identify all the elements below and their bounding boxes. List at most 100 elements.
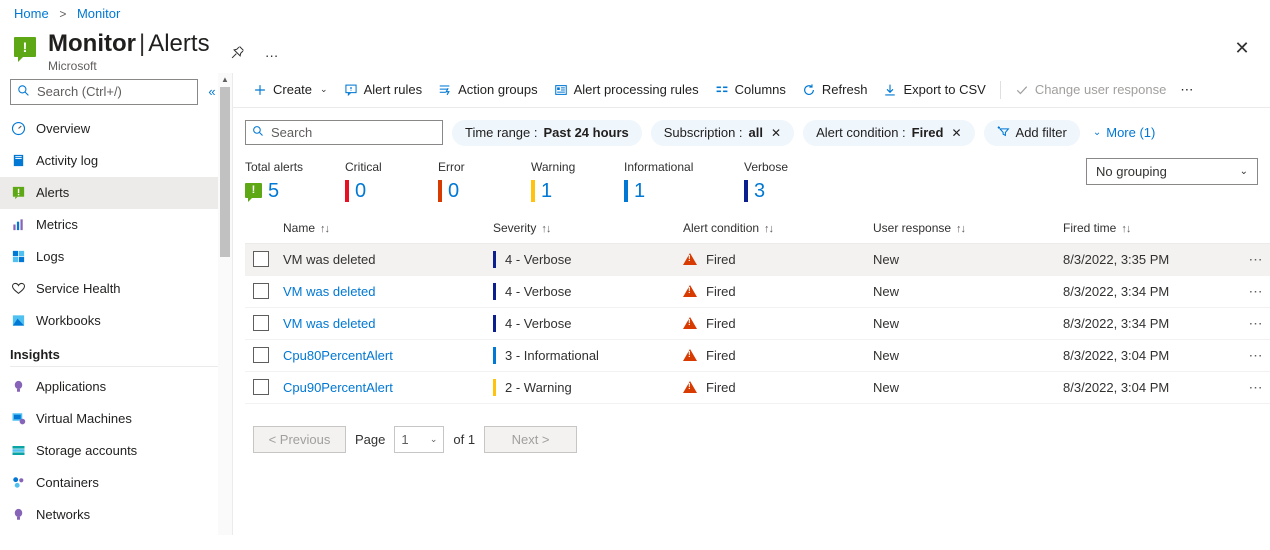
- column-header-severity[interactable]: Severity ↑↓: [487, 216, 677, 244]
- grouping-dropdown[interactable]: No grouping ⌄: [1086, 157, 1258, 185]
- column-header-name[interactable]: Name ↑↓: [277, 216, 487, 244]
- column-header-fired-time[interactable]: Fired time ↑↓: [1057, 216, 1237, 244]
- command-bar-separator: [999, 80, 1001, 99]
- previous-page-button[interactable]: < Previous: [253, 425, 346, 453]
- summary-critical[interactable]: Critical 0: [345, 160, 438, 203]
- change-user-response-button[interactable]: Change user response: [1007, 76, 1175, 104]
- vm-icon: [10, 411, 26, 427]
- row-checkbox[interactable]: [253, 251, 269, 268]
- alert-rules-button[interactable]: Alert rules: [336, 76, 431, 104]
- row-checkbox[interactable]: [253, 347, 269, 364]
- summary-value: 3: [754, 179, 766, 202]
- sort-icon[interactable]: ↑↓: [956, 223, 966, 235]
- export-csv-button[interactable]: Export to CSV: [875, 76, 993, 104]
- search-input[interactable]: [35, 83, 191, 101]
- table-row[interactable]: VM was deleted 4 - Verbose Fired: [245, 307, 1270, 340]
- table-row[interactable]: VM was deleted 4 - Verbose Fired: [245, 275, 1270, 308]
- alerts-table-wrapper: Name ↑↓ Severity ↑↓ Alert condition ↑↓ User…: [233, 216, 1270, 404]
- column-header-user-response[interactable]: User response ↑↓: [867, 216, 1057, 244]
- filter-pill-alert-condition[interactable]: Alert condition : Fired ✕: [803, 119, 975, 146]
- table-row[interactable]: VM was deleted 4 - Verbose Fired: [245, 243, 1270, 276]
- alert-name-link[interactable]: Cpu90PercentAlert: [283, 380, 393, 395]
- chevron-down-icon: ⌄: [320, 84, 328, 95]
- alerts-search-box[interactable]: [245, 120, 443, 146]
- scroll-up-icon[interactable]: ▲: [218, 73, 232, 87]
- sidebar-item-service-health[interactable]: Service Health: [0, 273, 232, 305]
- row-actions-menu[interactable]: ⋯: [1237, 339, 1270, 372]
- table-row[interactable]: Cpu90PercentAlert 2 - Warning Fired: [245, 371, 1270, 404]
- summary-warning[interactable]: Warning 1: [531, 160, 624, 203]
- column-header-alert-condition[interactable]: Alert condition ↑↓: [677, 216, 867, 244]
- sidebar-item-label: Networks: [36, 507, 91, 523]
- summary-error[interactable]: Error 0: [438, 160, 531, 203]
- row-actions-menu[interactable]: ⋯: [1237, 371, 1270, 404]
- logs-icon: [10, 249, 26, 265]
- sort-icon[interactable]: ↑↓: [541, 223, 551, 235]
- page-number-dropdown[interactable]: 1 ⌄: [394, 425, 445, 453]
- sort-icon[interactable]: ↑↓: [320, 223, 330, 235]
- more-filters-link[interactable]: ⌄ More (1): [1093, 125, 1156, 140]
- sort-icon[interactable]: ↑↓: [1121, 223, 1131, 235]
- bar-chart-icon: [10, 217, 26, 233]
- sort-icon[interactable]: ↑↓: [764, 223, 774, 235]
- sidebar-scrollbar[interactable]: ▲: [218, 72, 232, 535]
- severity-color-bar: [493, 378, 496, 396]
- header-overflow-icon[interactable]: …: [262, 42, 282, 62]
- warning-triangle-icon: [683, 349, 697, 362]
- sidebar-item-networks[interactable]: Networks: [0, 499, 232, 531]
- sidebar-item-label: Activity log: [36, 153, 99, 169]
- sidebar-item-storage-accounts[interactable]: Storage accounts: [0, 435, 232, 467]
- severity-color-bar: [493, 314, 496, 332]
- remove-filter-icon[interactable]: ✕: [771, 126, 781, 140]
- row-actions-menu[interactable]: ⋯: [1237, 307, 1270, 340]
- scrollbar-thumb[interactable]: [220, 86, 230, 257]
- sidebar-item-logs[interactable]: Logs: [0, 241, 232, 273]
- severity-color-bar: [624, 179, 628, 202]
- row-checkbox[interactable]: [253, 315, 269, 332]
- sidebar-item-activity-log[interactable]: Activity log: [0, 145, 232, 177]
- filter-pill-value: Fired: [911, 125, 944, 141]
- summary-verbose[interactable]: Verbose 3: [744, 160, 837, 203]
- sidebar-item-alerts[interactable]: Alerts: [0, 176, 232, 209]
- alert-name-link[interactable]: Cpu80PercentAlert: [283, 348, 393, 363]
- row-checkbox[interactable]: [253, 283, 269, 300]
- alert-name-link[interactable]: VM was deleted: [283, 284, 376, 299]
- summary-label: Error: [438, 159, 465, 174]
- action-groups-button[interactable]: Action groups: [430, 76, 546, 104]
- refresh-button[interactable]: Refresh: [794, 76, 876, 104]
- sidebar-item-virtual-machines[interactable]: Virtual Machines: [0, 403, 232, 435]
- severity-color-bar: [493, 346, 496, 364]
- sidebar-item-applications[interactable]: Applications: [0, 371, 232, 403]
- table-row[interactable]: Cpu80PercentAlert 3 - Informational Fire…: [245, 339, 1270, 372]
- alert-processing-rules-button[interactable]: Alert processing rules: [546, 76, 707, 104]
- sidebar-search-box[interactable]: [10, 78, 198, 105]
- next-page-button[interactable]: Next >: [484, 425, 578, 453]
- alert-name-link[interactable]: VM was deleted: [283, 316, 376, 331]
- remove-filter-icon[interactable]: ✕: [951, 126, 961, 140]
- cell-alert-condition: Fired: [677, 275, 867, 308]
- breadcrumb-home[interactable]: Home: [14, 6, 49, 21]
- row-actions-menu[interactable]: ⋯: [1237, 243, 1270, 276]
- sidebar-item-containers[interactable]: Containers: [0, 467, 232, 499]
- summary-value: 1: [634, 179, 646, 202]
- summary-total-alerts[interactable]: Total alerts ! 5: [245, 160, 345, 203]
- summary-informational[interactable]: Informational 1: [624, 160, 744, 203]
- close-icon[interactable]: ✕: [1228, 34, 1256, 62]
- add-filter-button[interactable]: Add filter: [983, 119, 1080, 146]
- row-actions-menu[interactable]: ⋯: [1237, 275, 1270, 308]
- sidebar-item-workbooks[interactable]: Workbooks: [0, 305, 232, 337]
- sidebar-item-metrics[interactable]: Metrics: [0, 209, 232, 241]
- create-button[interactable]: Create ⌄: [245, 76, 336, 104]
- gauge-icon: [10, 121, 26, 137]
- alerts-search-input[interactable]: [269, 124, 436, 142]
- filter-pill-time-range[interactable]: Time range : Past 24 hours: [452, 119, 642, 146]
- filter-pill-subscription[interactable]: Subscription : all ✕: [650, 119, 795, 146]
- alert-name-link[interactable]: VM was deleted: [283, 252, 376, 267]
- columns-button[interactable]: Columns: [707, 76, 794, 104]
- breadcrumb-monitor[interactable]: Monitor: [77, 6, 120, 21]
- pin-icon[interactable]: [228, 42, 248, 62]
- sidebar-item-overview[interactable]: Overview: [0, 113, 232, 145]
- command-bar-overflow-button[interactable]: ⋯: [1174, 76, 1199, 104]
- row-checkbox[interactable]: [253, 379, 269, 396]
- column-label: User response: [873, 220, 952, 235]
